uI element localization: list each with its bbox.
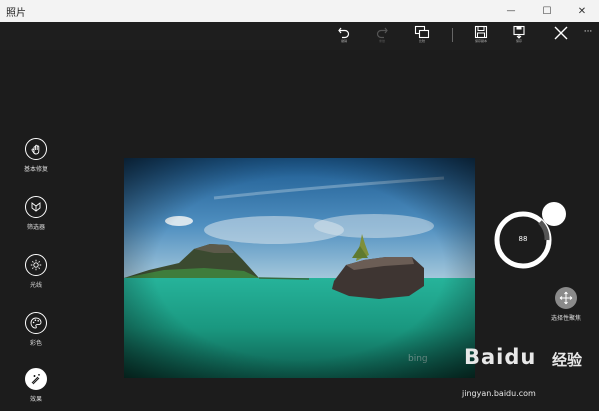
app-title: 照片 bbox=[6, 8, 26, 19]
save-copy-icon bbox=[513, 25, 525, 39]
effects-circle bbox=[25, 368, 47, 390]
edit-toolbar: 撤销 重做 比较 保存副本 保存 ··· bbox=[0, 22, 599, 50]
save-icon bbox=[474, 25, 488, 39]
redo-button[interactable]: 重做 bbox=[369, 25, 395, 49]
watermark-logo: Baidu bbox=[464, 345, 537, 369]
light-circle bbox=[25, 254, 47, 276]
maximize-button[interactable]: ☐ bbox=[530, 0, 564, 22]
redo-label: 重做 bbox=[378, 39, 385, 43]
edited-photo: bing bbox=[124, 158, 475, 378]
save-button[interactable]: 保存 bbox=[506, 25, 532, 49]
sidebar-item-basic-fix[interactable]: 基本修复 bbox=[16, 138, 56, 173]
selective-focus-label: 选择性聚焦 bbox=[550, 315, 581, 322]
save-label: 保存 bbox=[515, 39, 522, 43]
filter-icon bbox=[31, 202, 41, 212]
basic-fix-circle bbox=[25, 138, 47, 160]
focus-circle bbox=[555, 287, 577, 309]
minimize-button[interactable]: — bbox=[494, 0, 528, 22]
dial-knob[interactable] bbox=[542, 202, 566, 226]
compare-button[interactable]: 比较 bbox=[409, 25, 435, 49]
maximize-icon: ☐ bbox=[542, 5, 552, 17]
color-label: 彩色 bbox=[29, 340, 42, 347]
cancel-icon bbox=[554, 26, 568, 40]
close-icon: ✕ bbox=[577, 5, 587, 17]
sidebar-item-color[interactable]: 彩色 bbox=[16, 312, 56, 347]
photo-image: bing bbox=[124, 158, 475, 378]
selective-focus-icon bbox=[559, 291, 573, 305]
color-circle bbox=[25, 312, 47, 334]
filters-label: 筛选器 bbox=[26, 224, 45, 231]
redo-icon bbox=[376, 27, 388, 39]
more-options-button[interactable]: ··· bbox=[575, 28, 599, 52]
more-icon: ··· bbox=[583, 27, 593, 37]
compare-icon bbox=[414, 25, 430, 39]
sidebar-item-light[interactable]: 光线 bbox=[16, 254, 56, 289]
selective-focus-button[interactable]: 选择性聚焦 bbox=[541, 287, 591, 322]
undo-label: 撤销 bbox=[340, 39, 347, 43]
site-watermark: Baidu 经验 jingyan.baidu.com bbox=[458, 345, 596, 407]
hand-icon bbox=[31, 144, 40, 155]
sidebar-item-effects[interactable]: 效果 bbox=[16, 368, 56, 403]
sidebar-item-filters[interactable]: 筛选器 bbox=[16, 196, 56, 231]
cancel-edit-button[interactable] bbox=[548, 25, 574, 49]
watermark-url: jingyan.baidu.com bbox=[462, 389, 536, 398]
toolbar-separator bbox=[452, 28, 453, 42]
light-label: 光线 bbox=[29, 282, 42, 289]
close-window-button[interactable]: ✕ bbox=[565, 0, 599, 22]
undo-button[interactable]: 撤销 bbox=[331, 25, 357, 49]
palette-icon bbox=[30, 317, 42, 329]
save-copy-label: 保存副本 bbox=[474, 39, 487, 43]
dial-value: 88 bbox=[518, 235, 528, 243]
effects-icon bbox=[31, 374, 40, 385]
title-bar: 照片 — ☐ ✕ bbox=[0, 0, 599, 22]
filters-circle bbox=[25, 196, 47, 218]
save-copy-button[interactable]: 保存副本 bbox=[468, 25, 494, 49]
basic-fix-label: 基本修复 bbox=[23, 166, 48, 173]
undo-icon bbox=[338, 27, 350, 39]
compare-label: 比较 bbox=[418, 39, 425, 43]
sun-icon bbox=[30, 259, 42, 271]
watermark-logo-suffix: 经验 bbox=[552, 351, 583, 369]
effects-label: 效果 bbox=[29, 396, 42, 403]
minimize-icon: — bbox=[506, 6, 516, 16]
